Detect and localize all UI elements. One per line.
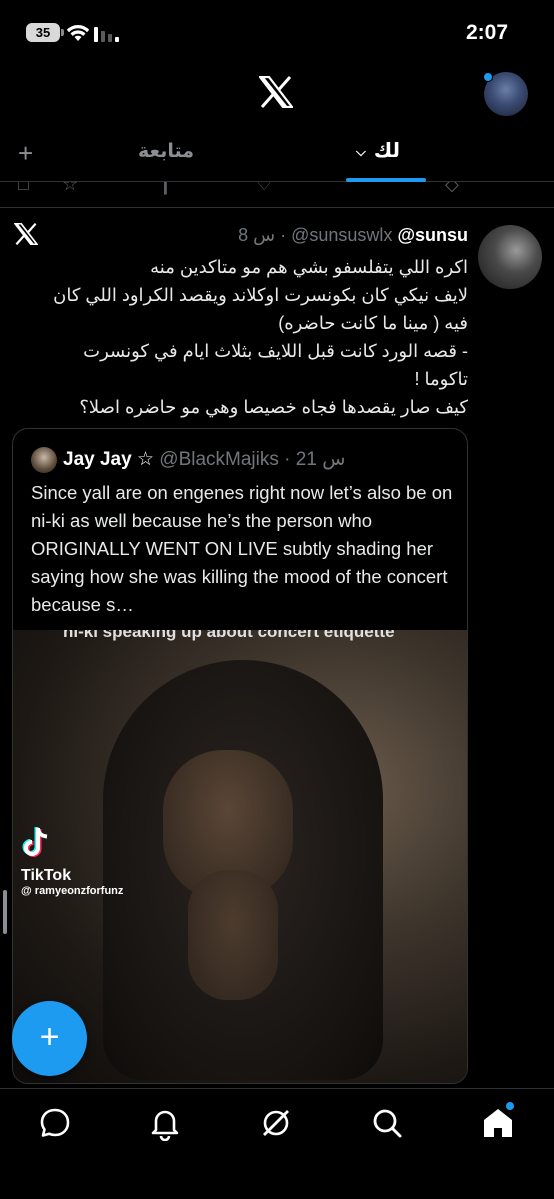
home-notification-dot <box>506 1102 514 1110</box>
tweet-line: تاكوما ! <box>414 369 469 389</box>
notification-dot <box>483 72 493 82</box>
compose-button[interactable]: + <box>12 1001 87 1076</box>
tab-for-you[interactable]: ⌵ لك <box>356 138 400 163</box>
tweet-line: لايف نيكي كان بكونسرت اوكلاند ويقصد الكر… <box>53 285 468 305</box>
battery-indicator: 35 <box>26 23 64 42</box>
tweet-text: اكره اللي يتفلسفو بشي هم مو متاكدين منه … <box>28 253 468 421</box>
bottom-navigation <box>0 1088 554 1199</box>
tiktok-watermark: TikTok @ ramyeonzforfunz <box>21 826 123 897</box>
tweet-username[interactable]: @sunsuswlx <box>291 225 392 245</box>
tweet-line: اكره اللي يتفلسفو بشي هم مو متاكدين منه <box>150 257 468 277</box>
tab-following[interactable]: متابعة <box>138 140 194 163</box>
tweet-display-name[interactable]: @sunsu <box>397 225 468 245</box>
home-tab[interactable] <box>480 1102 516 1141</box>
profile-avatar[interactable] <box>483 72 528 116</box>
quoted-username: @BlackMajiks <box>159 449 279 471</box>
bookmark-icon[interactable]: ☆ <box>62 182 78 195</box>
reply-icon[interactable]: ◇ <box>445 182 459 195</box>
timeline-tabs: + متابعة ⌵ لك <box>0 126 554 182</box>
quoted-author-avatar <box>31 447 57 473</box>
tweet-time: 8 س <box>238 225 276 245</box>
x-logo-icon <box>14 223 38 245</box>
video-frame-hand <box>188 870 278 1000</box>
quoted-tweet[interactable]: Jay Jay ☆ @BlackMajiks · 21 س Since yall… <box>12 428 468 1084</box>
tweet-line: فيه ( مينا ما كانت حاضره) <box>278 313 468 333</box>
video-caption: ni-ki speaking up about concert etiquett… <box>63 630 395 641</box>
views-icon[interactable]: ┃ <box>160 182 171 195</box>
tweet-line: كيف صار يقصدها فجاه خصيصا وهي مو حاضره ا… <box>79 397 468 417</box>
tweet-author-avatar[interactable] <box>478 225 542 289</box>
add-tab-button[interactable]: + <box>18 138 33 169</box>
search-icon[interactable] <box>369 1105 405 1141</box>
chevron-down-icon: ⌵ <box>356 143 366 159</box>
quoted-tweet-header: Jay Jay ☆ @BlackMajiks · 21 س <box>31 447 345 473</box>
tiktok-label: TikTok <box>21 867 72 884</box>
tiktok-username: @ ramyeonzforfunz <box>21 885 124 897</box>
like-icon[interactable]: ♡ <box>256 182 272 195</box>
tweet-header: 8 س · @sunsuswlx @sunsu <box>238 225 468 245</box>
scroll-indicator[interactable] <box>3 890 7 934</box>
quoted-display-name: Jay Jay ☆ <box>63 449 154 471</box>
previous-tweet-actions: □ ☆ ┃ ♡ ◇ <box>0 182 554 208</box>
wifi-icon <box>66 25 90 41</box>
quoted-time: 21 س <box>295 449 346 471</box>
home-icon <box>484 1109 512 1137</box>
tweet-line: - قصه الورد كانت قبل اللايف بثلاث ايام ف… <box>83 341 468 361</box>
quoted-video[interactable]: ni-ki speaking up about concert etiquett… <box>13 630 467 1083</box>
notifications-icon[interactable] <box>147 1105 183 1141</box>
tab-for-you-label: لك <box>373 140 400 162</box>
signal-icon <box>94 27 119 42</box>
tiktok-icon <box>22 827 48 857</box>
x-logo-icon[interactable] <box>259 76 293 108</box>
messages-icon[interactable] <box>37 1105 73 1141</box>
share-icon[interactable]: □ <box>18 182 29 195</box>
quoted-tweet-text: Since yall are on engenes right now let’… <box>31 482 453 615</box>
top-header <box>0 62 554 126</box>
status-time: 2:07 <box>465 21 508 44</box>
grok-icon[interactable] <box>258 1105 294 1141</box>
status-bar: 35 2:07 <box>0 0 554 62</box>
tweet[interactable]: 8 س · @sunsuswlx @sunsu اكره اللي يتفلسف… <box>0 209 554 1089</box>
